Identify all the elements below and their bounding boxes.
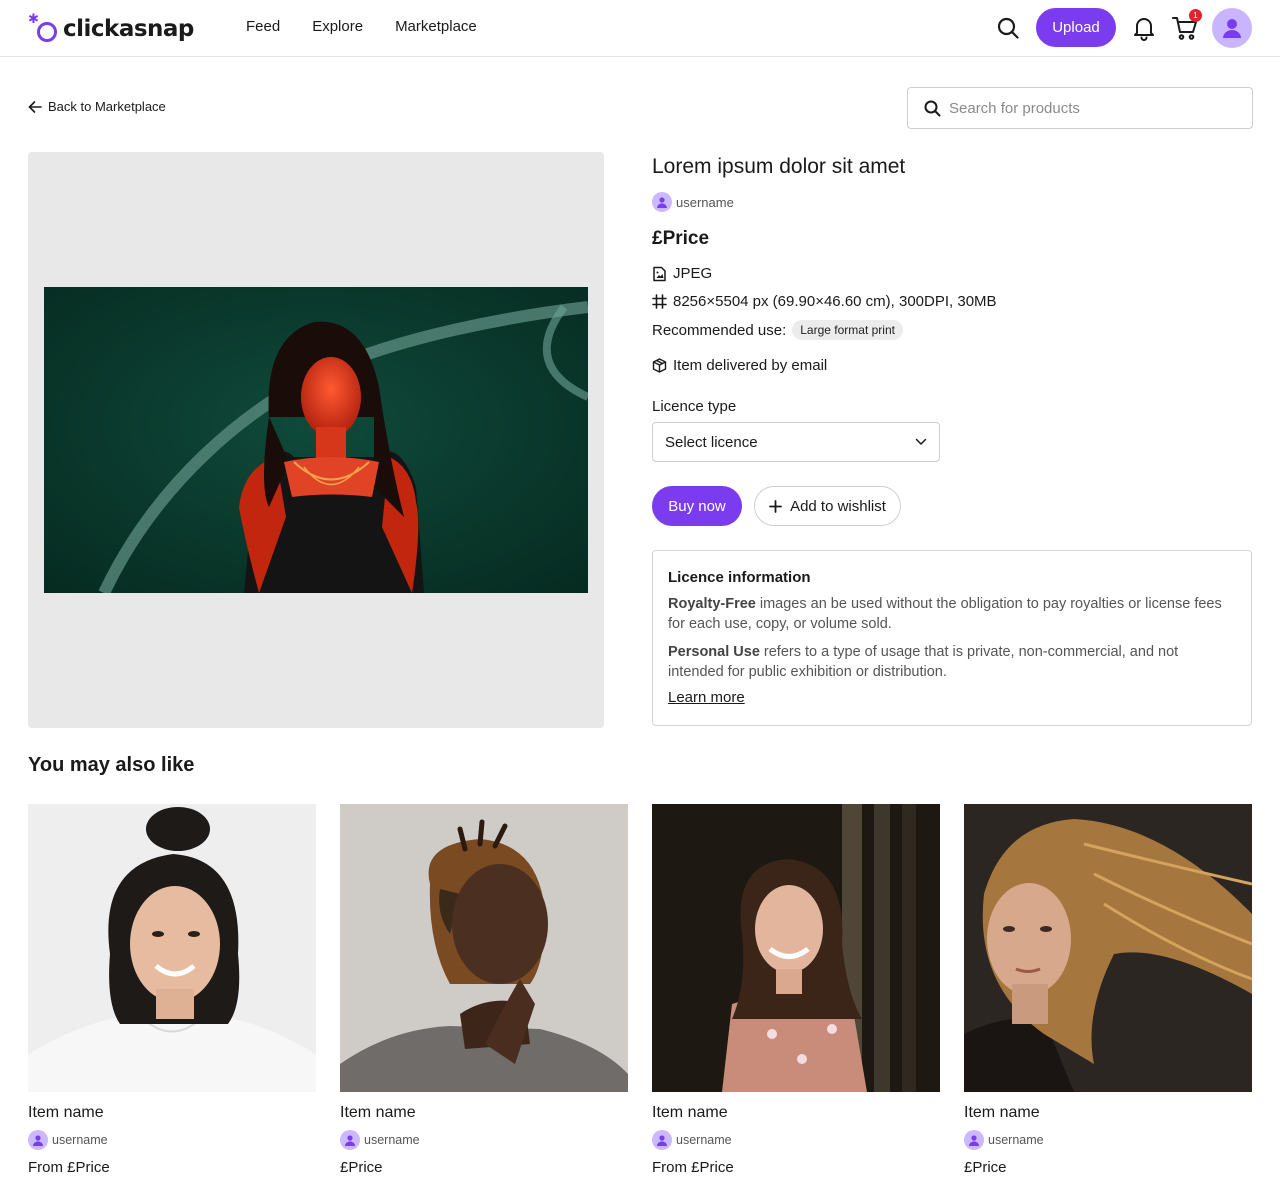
product-card-image[interactable] (28, 804, 316, 1092)
spec-format: JPEG (652, 265, 712, 282)
format-text: JPEG (673, 265, 713, 282)
package-icon (652, 358, 667, 373)
card-seller[interactable]: username (964, 1130, 1252, 1150)
back-to-marketplace-link[interactable]: Back to Marketplace (28, 99, 166, 114)
licence-info-title: Licence information (668, 569, 811, 586)
product-photo[interactable] (44, 287, 588, 593)
dimensions-text: 8256×5504 px (69.90×46.60 cm), 300DPI, 3… (673, 293, 997, 310)
spec-delivery: Item delivered by email (652, 357, 827, 374)
learn-more-link[interactable]: Learn more (668, 689, 745, 706)
card-price: £Price (964, 1159, 1007, 1176)
product-card-image[interactable] (964, 804, 1252, 1092)
royalty-free-paragraph: Royalty-Free images an be used without t… (668, 594, 1236, 634)
buy-now-button[interactable]: Buy now (652, 486, 742, 526)
main-nav: Feed Explore Marketplace (246, 18, 509, 35)
card-price: From £Price (652, 1159, 734, 1176)
nav-item-feed[interactable]: Feed (246, 18, 280, 35)
logo-mark-icon: ✱ (28, 12, 60, 44)
card-item-name[interactable]: Item name (652, 1104, 940, 1122)
product-search-field[interactable] (907, 87, 1253, 129)
card-seller-username: username (364, 1133, 420, 1147)
licence-information-box: Licence information Royalty-Free images … (652, 550, 1252, 726)
personal-use-term: Personal Use (668, 644, 760, 660)
product-card[interactable]: Item name username £Price (964, 804, 1252, 1176)
royalty-free-term: Royalty-Free (668, 596, 756, 612)
spec-dimensions: 8256×5504 px (69.90×46.60 cm), 300DPI, 3… (652, 293, 997, 310)
licence-select-value: Select licence (665, 433, 758, 451)
nav-item-explore[interactable]: Explore (312, 18, 363, 35)
user-avatar[interactable] (1212, 8, 1252, 48)
card-item-name[interactable]: Item name (964, 1104, 1252, 1122)
bell-icon[interactable] (1132, 15, 1156, 41)
card-price: From £Price (28, 1159, 110, 1176)
top-header: ✱ clickasnap Feed Explore Marketplace Up… (0, 0, 1280, 57)
product-card[interactable]: Item name username From £Price (28, 804, 316, 1176)
seller-avatar (28, 1130, 48, 1150)
product-card[interactable]: Item name username £Price (340, 804, 628, 1176)
seller-avatar (964, 1130, 984, 1150)
product-card-image[interactable] (652, 804, 940, 1092)
card-seller-username: username (52, 1133, 108, 1147)
card-seller-username: username (676, 1133, 732, 1147)
seller-avatar (340, 1130, 360, 1150)
wishlist-label: Add to wishlist (790, 497, 886, 515)
product-seller[interactable]: username (652, 192, 734, 212)
image-file-icon (653, 266, 666, 281)
search-icon (924, 100, 941, 116)
card-seller-username: username (988, 1133, 1044, 1147)
chevron-down-icon (915, 438, 927, 445)
seller-avatar (652, 1130, 672, 1150)
seller-avatar (652, 192, 672, 212)
recommended-label: Recommended use: (652, 321, 787, 339)
product-search-input[interactable] (949, 99, 1239, 117)
recommended-tag: Large format print (792, 320, 903, 340)
nav-item-marketplace[interactable]: Marketplace (395, 18, 477, 35)
product-image-panel (28, 152, 604, 728)
licence-type-label: Licence type (652, 398, 737, 415)
personal-use-paragraph: Personal Use refers to a type of usage t… (668, 642, 1236, 682)
card-item-name[interactable]: Item name (28, 1104, 316, 1122)
licence-select[interactable]: Select licence (652, 422, 940, 462)
crop-grid-icon (652, 294, 667, 309)
card-item-name[interactable]: Item name (340, 1104, 628, 1122)
logo-wordmark: clickasnap (63, 16, 194, 42)
product-price: £Price (652, 228, 710, 249)
card-seller[interactable]: username (340, 1130, 628, 1150)
product-title: Lorem ipsum dolor sit amet (652, 155, 906, 178)
add-to-wishlist-button[interactable]: Add to wishlist (754, 486, 901, 526)
product-card[interactable]: Item name username From £Price (652, 804, 940, 1176)
clickasnap-logo[interactable]: ✱ clickasnap (28, 12, 194, 44)
plus-icon (769, 499, 782, 513)
recommendations-title: You may also like (28, 754, 195, 776)
search-icon[interactable] (996, 16, 1020, 40)
cart-count-badge: 1 (1189, 9, 1202, 22)
spec-recommended-use: Recommended use: Large format print (652, 320, 903, 340)
delivery-text: Item delivered by email (673, 357, 828, 374)
back-link-label: Back to Marketplace (48, 99, 166, 114)
card-price: £Price (340, 1159, 383, 1176)
upload-button[interactable]: Upload (1036, 8, 1116, 47)
product-card-image[interactable] (340, 804, 628, 1092)
seller-username: username (676, 194, 734, 210)
card-seller[interactable]: username (28, 1130, 316, 1150)
arrow-left-icon (28, 100, 42, 113)
card-seller[interactable]: username (652, 1130, 940, 1150)
